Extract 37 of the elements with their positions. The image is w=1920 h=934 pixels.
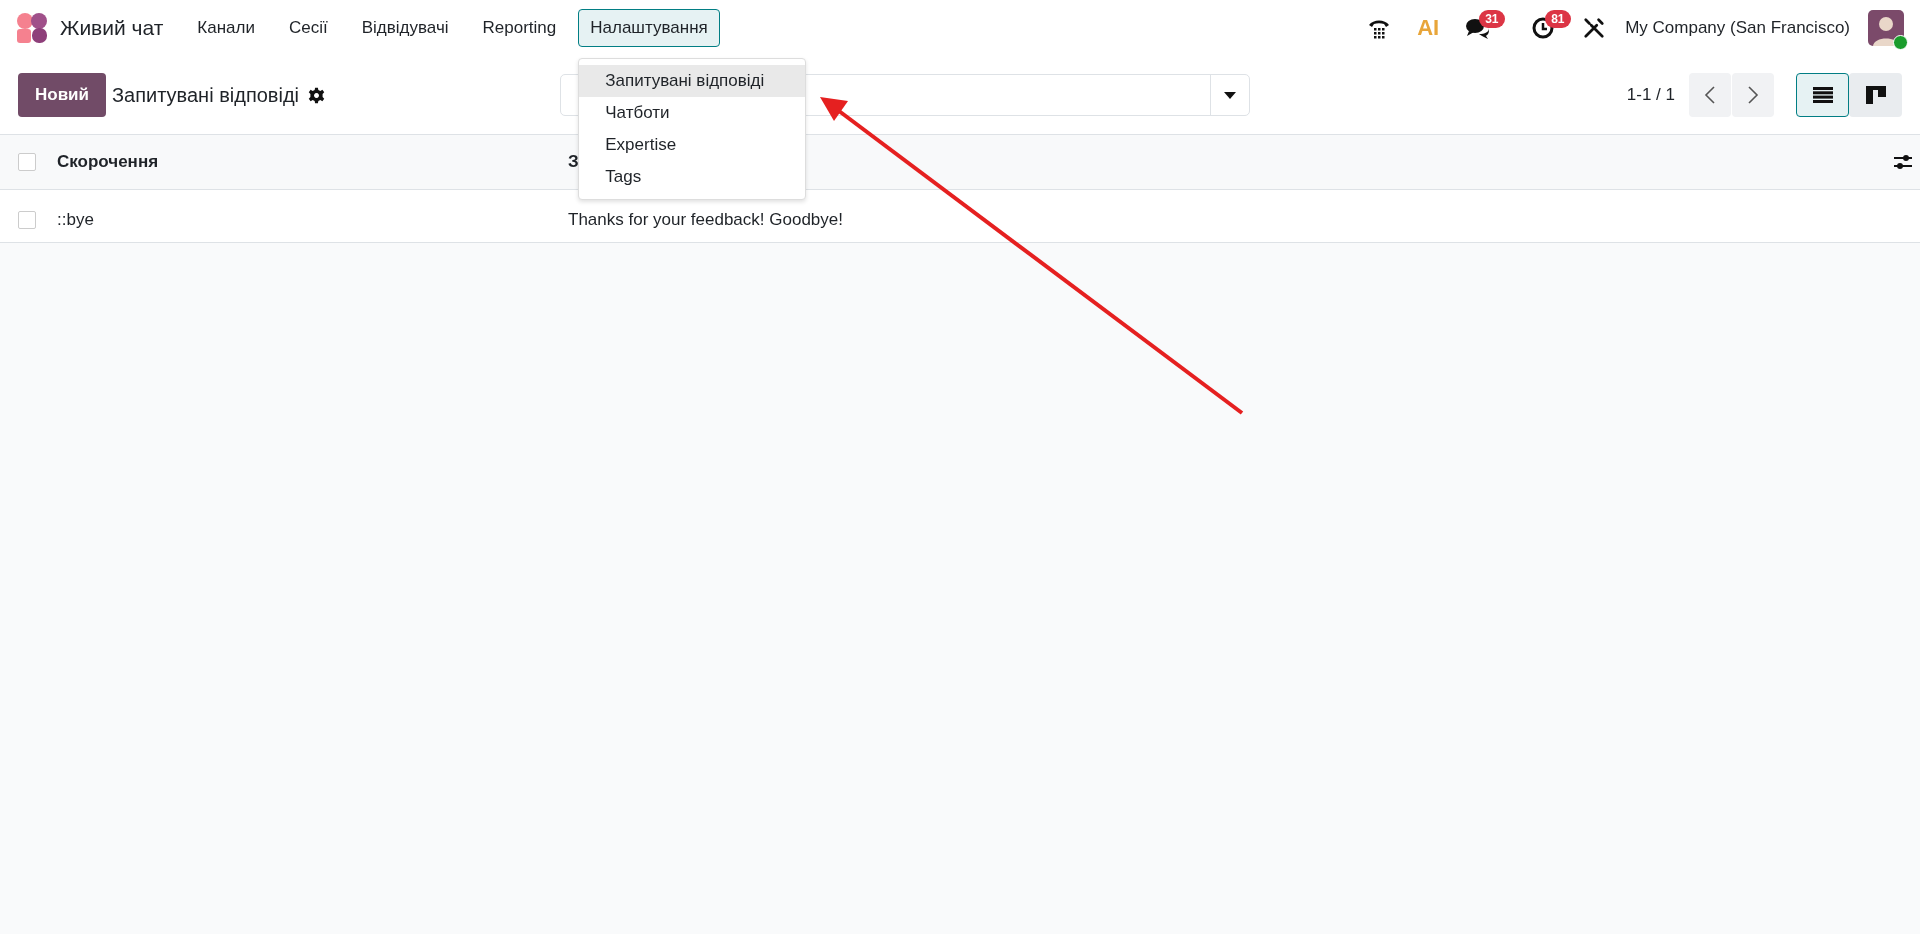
table-cell: ::bye [57, 210, 94, 230]
menu-item[interactable]: Налаштування [578, 9, 720, 47]
new-button[interactable]: Новий [18, 73, 106, 117]
table-cell: Thanks for your feedback! Goodbye! [568, 210, 843, 230]
pager-value: 1-1 / 1 [1626, 85, 1675, 105]
kanban-view-button[interactable] [1849, 73, 1902, 117]
column-header[interactable]: З [568, 152, 579, 172]
dropdown-item[interactable]: Tags [579, 161, 806, 193]
list-view-button[interactable] [1796, 73, 1849, 117]
page-title: Запитувані відповіді [112, 83, 300, 107]
dropdown-item[interactable]: Expertise [579, 129, 806, 161]
app-logo-icon[interactable] [16, 12, 48, 44]
chevron-right-icon [1747, 85, 1759, 105]
menu-item[interactable]: Канали [185, 9, 267, 47]
dropdown-item[interactable]: Чатботи [579, 97, 806, 129]
tools-icon[interactable] [1583, 17, 1606, 39]
chevron-left-icon [1704, 85, 1716, 105]
next-page-button[interactable] [1732, 73, 1774, 117]
caret-icon [1224, 91, 1237, 99]
kanban-icon [1865, 86, 1886, 104]
menu-item[interactable]: Сесії [277, 9, 340, 47]
row-checkbox[interactable] [18, 211, 36, 229]
user-avatar[interactable] [1868, 10, 1904, 46]
list-icon [1812, 87, 1833, 103]
chat-count-badge: 31 [1479, 10, 1505, 28]
activity-count-badge: 81 [1545, 10, 1571, 28]
column-header[interactable]: Скорочення [57, 152, 159, 172]
online-status-dot [1893, 35, 1908, 50]
menu-item[interactable]: Reporting [470, 9, 569, 47]
column-settings-icon[interactable] [1894, 154, 1912, 170]
menu-item[interactable]: Відвідувачі [349, 9, 461, 47]
select-all-checkbox[interactable] [18, 153, 36, 171]
app-name: Живий чат [60, 16, 164, 40]
previous-page-button[interactable] [1689, 73, 1731, 117]
company-switcher[interactable]: My Company (San Francisco) [1625, 18, 1850, 38]
dropdown-item[interactable]: Запитувані відповіді [579, 65, 806, 97]
settings-icon[interactable] [308, 86, 326, 104]
